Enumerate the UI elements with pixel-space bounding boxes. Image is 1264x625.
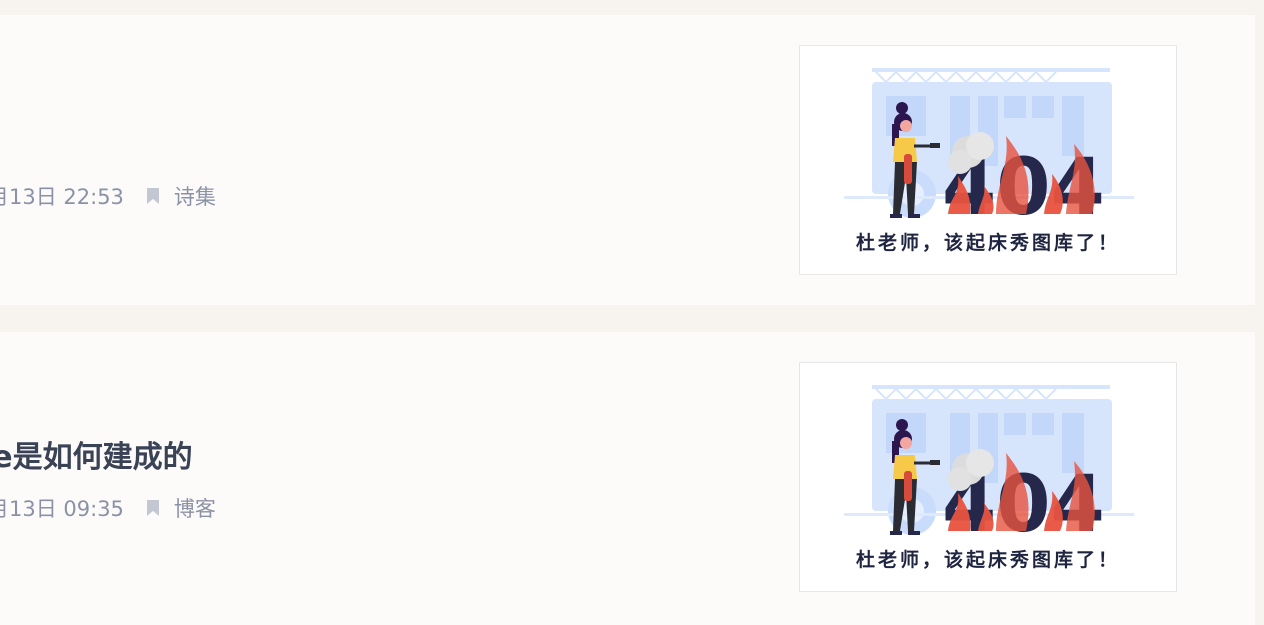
post-category[interactable]: 诗集 xyxy=(174,181,216,211)
thumbnail-caption: 杜老师，该起床秀图库了！ xyxy=(855,549,1120,571)
bookmark-icon xyxy=(146,500,159,516)
post-thumbnail[interactable]: 404 xyxy=(799,45,1177,275)
post-date: 月13日 09:35 xyxy=(0,497,124,521)
post-category-link[interactable]: 博客 xyxy=(146,493,216,523)
thumbnail-caption: 杜老师，该起床秀图库了！ xyxy=(855,232,1120,254)
post-list: 月13日 22:53 诗集 杜老师，该起床秀图库了！ le是如何建成的 月13日… xyxy=(0,0,1264,625)
post-title-text[interactable]: le是如何建成的 xyxy=(0,440,193,475)
post-meta: 月13日 09:35 博客 xyxy=(0,493,216,523)
bookmark-icon xyxy=(146,188,159,204)
post-date: 月13日 22:53 xyxy=(0,185,124,209)
post-thumbnail[interactable]: 404 xyxy=(799,362,1177,592)
post-category-link[interactable]: 诗集 xyxy=(146,181,216,211)
post-meta: 月13日 22:53 诗集 xyxy=(0,181,216,211)
post-title[interactable]: le是如何建成的 xyxy=(0,432,193,476)
post-category[interactable]: 博客 xyxy=(174,493,216,523)
post-card: 月13日 22:53 诗集 杜老师，该起床秀图库了！ xyxy=(0,15,1255,305)
post-card: le是如何建成的 月13日 09:35 博客 杜老师，该起床秀图库了！ xyxy=(0,332,1255,625)
